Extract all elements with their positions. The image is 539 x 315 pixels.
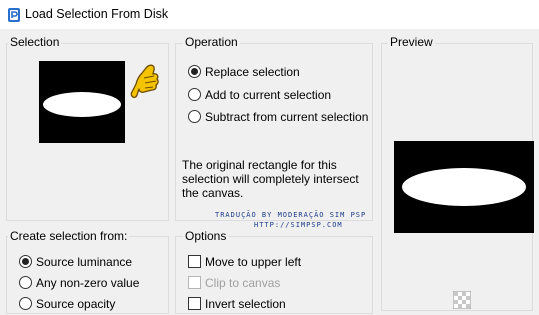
psp-app-icon [8, 8, 20, 22]
invert-selection-label[interactable]: Invert selection [205, 297, 286, 311]
selection-thumbnail[interactable] [39, 61, 125, 143]
preview-canvas [394, 141, 534, 233]
replace-selection-label[interactable]: Replace selection [205, 65, 300, 79]
move-upper-left-label[interactable]: Move to upper left [205, 255, 301, 269]
any-non-zero-radio[interactable] [19, 276, 32, 289]
operation-description-line1: The original rectangle for this [182, 158, 337, 172]
selection-group-label: Selection [8, 35, 62, 49]
checkerboard-icon[interactable] [453, 291, 471, 309]
clip-to-canvas-label[interactable]: Clip to canvas [205, 276, 280, 290]
watermark-line2: HTTP://SIMPSP.COM [254, 221, 343, 229]
any-non-zero-label[interactable]: Any non-zero value [36, 276, 139, 290]
move-upper-left-checkbox[interactable] [188, 255, 201, 268]
preview-ellipse [402, 168, 526, 206]
operation-group-label: Operation [183, 35, 240, 49]
window-title: Load Selection From Disk [25, 7, 169, 21]
options-group-label: Options [183, 229, 229, 243]
pointing-hand-icon [130, 64, 159, 99]
add-to-selection-label[interactable]: Add to current selection [205, 88, 331, 102]
operation-description-line2: selection will completely intersect [182, 172, 359, 186]
watermark-line1: TRADUÇÃO BY MODERAÇÃO SIM PSP [215, 211, 367, 219]
operation-description-line3: the canvas. [182, 186, 244, 200]
source-luminance-label[interactable]: Source luminance [36, 255, 132, 269]
selection-ellipse [43, 92, 121, 117]
source-luminance-radio[interactable] [19, 255, 32, 268]
create-from-group-label: Create selection from: [8, 229, 130, 243]
subtract-selection-label[interactable]: Subtract from current selection [205, 110, 368, 124]
invert-selection-checkbox[interactable] [188, 297, 201, 310]
replace-selection-radio[interactable] [188, 65, 201, 78]
source-opacity-radio[interactable] [19, 297, 32, 310]
clip-to-canvas-checkbox[interactable] [188, 276, 201, 289]
title-bar: Load Selection From Disk [0, 0, 539, 30]
preview-group-label: Preview [388, 35, 435, 49]
add-to-selection-radio[interactable] [188, 88, 201, 101]
source-opacity-label[interactable]: Source opacity [36, 297, 115, 311]
subtract-selection-radio[interactable] [188, 110, 201, 123]
